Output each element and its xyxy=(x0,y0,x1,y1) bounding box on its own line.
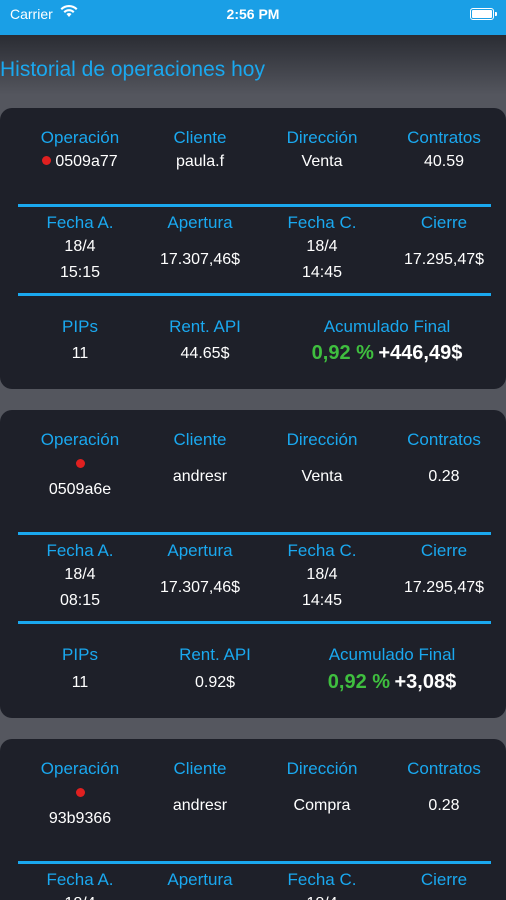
accumulated-value: 0,92 % +446,49$ xyxy=(277,341,497,367)
status-dot-wrap xyxy=(20,452,140,474)
operation-id: 0509a77 xyxy=(20,150,140,174)
close-time-value: 14:45 xyxy=(301,264,343,281)
label-cierre: Cierre xyxy=(420,541,468,560)
direction-value: Venta xyxy=(301,153,343,170)
client-value: paula.f xyxy=(175,153,225,170)
battery-icon xyxy=(470,8,497,20)
label-contratos: Contratos xyxy=(407,759,481,778)
contracts-value: 0.28 xyxy=(428,468,460,485)
label-cliente: Cliente xyxy=(173,430,227,449)
direction-value: Venta xyxy=(301,468,343,485)
open-date-value: 18/4 xyxy=(20,892,140,900)
accumulated-amount: +446,49$ xyxy=(378,342,463,364)
rent-api-value: 0.92$ xyxy=(194,674,236,691)
close-time-value: 14:45 xyxy=(301,592,343,609)
label-cierre: Cierre xyxy=(420,213,468,232)
accumulated-percent: 0,92 % xyxy=(327,671,391,693)
status-dot-wrap xyxy=(20,781,140,803)
status-dot-icon xyxy=(75,459,85,468)
open-price-value: 17.307,46$ xyxy=(159,579,241,596)
open-date-value: 18/4 xyxy=(64,566,96,583)
label-apertura: Apertura xyxy=(167,541,233,560)
status-time: 2:56 PM xyxy=(226,6,280,22)
label-operacion: Operación xyxy=(40,759,120,778)
label-pips: PIPs xyxy=(62,317,98,336)
label-operacion: Operación xyxy=(40,128,120,147)
label-pips: PIPs xyxy=(62,645,98,664)
label-cliente: Cliente xyxy=(173,128,227,147)
label-fecha-a: Fecha A. xyxy=(46,541,114,560)
open-date-value: 18/4 xyxy=(64,238,96,255)
label-direccion: Dirección xyxy=(286,128,358,147)
pips-value: 11 xyxy=(71,345,89,362)
close-date-value: 18/4 xyxy=(262,892,382,900)
label-contratos: Contratos xyxy=(407,128,481,147)
direction-value: Compra xyxy=(293,797,351,814)
pips-value: 11 xyxy=(71,674,89,691)
label-direccion: Dirección xyxy=(286,759,358,778)
operation-id-text: 0509a77 xyxy=(55,153,118,170)
open-time-value: 15:15 xyxy=(59,264,101,281)
divider xyxy=(18,204,491,207)
divider xyxy=(18,532,491,535)
label-rent-api: Rent. API xyxy=(179,645,251,664)
label-fecha-c: Fecha C. xyxy=(287,213,357,232)
close-date-value: 18/4 xyxy=(306,566,338,583)
status-dot-icon xyxy=(42,156,52,165)
label-operacion: Operación xyxy=(40,430,120,449)
label-fecha-a: Fecha A. xyxy=(46,870,114,889)
open-time-value: 08:15 xyxy=(59,592,101,609)
label-fecha-a: Fecha A. xyxy=(46,213,114,232)
open-price-value: 17.307,46$ xyxy=(159,251,241,268)
label-contratos: Contratos xyxy=(407,430,481,449)
label-apertura: Apertura xyxy=(167,213,233,232)
label-direccion: Dirección xyxy=(286,430,358,449)
divider xyxy=(18,621,491,624)
close-price-value: 17.295,47$ xyxy=(403,251,485,268)
close-price-value: 17.295,47$ xyxy=(403,579,485,596)
operation-card[interactable]: Operación Cliente Dirección Contratos 93… xyxy=(0,739,506,900)
accumulated-value: 0,92 % +3,08$ xyxy=(282,670,502,696)
label-cierre: Cierre xyxy=(420,870,468,889)
accumulated-percent: 0,92 % xyxy=(311,342,374,364)
operation-id: 93b9366 xyxy=(48,810,112,827)
status-dot-icon xyxy=(75,788,85,797)
divider xyxy=(18,861,491,864)
label-acumulado-final: Acumulado Final xyxy=(323,317,451,336)
operation-id: 0509a6e xyxy=(48,481,112,498)
label-acumulado-final: Acumulado Final xyxy=(328,645,456,664)
status-bar: Carrier 2:56 PM xyxy=(0,0,506,35)
divider xyxy=(18,293,491,296)
label-fecha-c: Fecha C. xyxy=(287,870,357,889)
page-title: Historial de operaciones hoy xyxy=(0,58,265,81)
label-apertura: Apertura xyxy=(167,870,233,889)
label-cliente: Cliente xyxy=(173,759,227,778)
label-rent-api: Rent. API xyxy=(169,317,241,336)
operation-card[interactable]: Operación Cliente Dirección Contratos 05… xyxy=(0,108,506,389)
close-date-value: 18/4 xyxy=(306,238,338,255)
accumulated-amount: +3,08$ xyxy=(394,671,457,693)
client-value: andresr xyxy=(172,468,228,485)
contracts-value: 0.28 xyxy=(428,797,460,814)
contracts-value: 40.59 xyxy=(423,153,465,170)
operation-card[interactable]: Operación Cliente Dirección Contratos 05… xyxy=(0,410,506,718)
rent-api-value: 44.65$ xyxy=(180,345,230,362)
label-fecha-c: Fecha C. xyxy=(287,541,357,560)
client-value: andresr xyxy=(172,797,228,814)
